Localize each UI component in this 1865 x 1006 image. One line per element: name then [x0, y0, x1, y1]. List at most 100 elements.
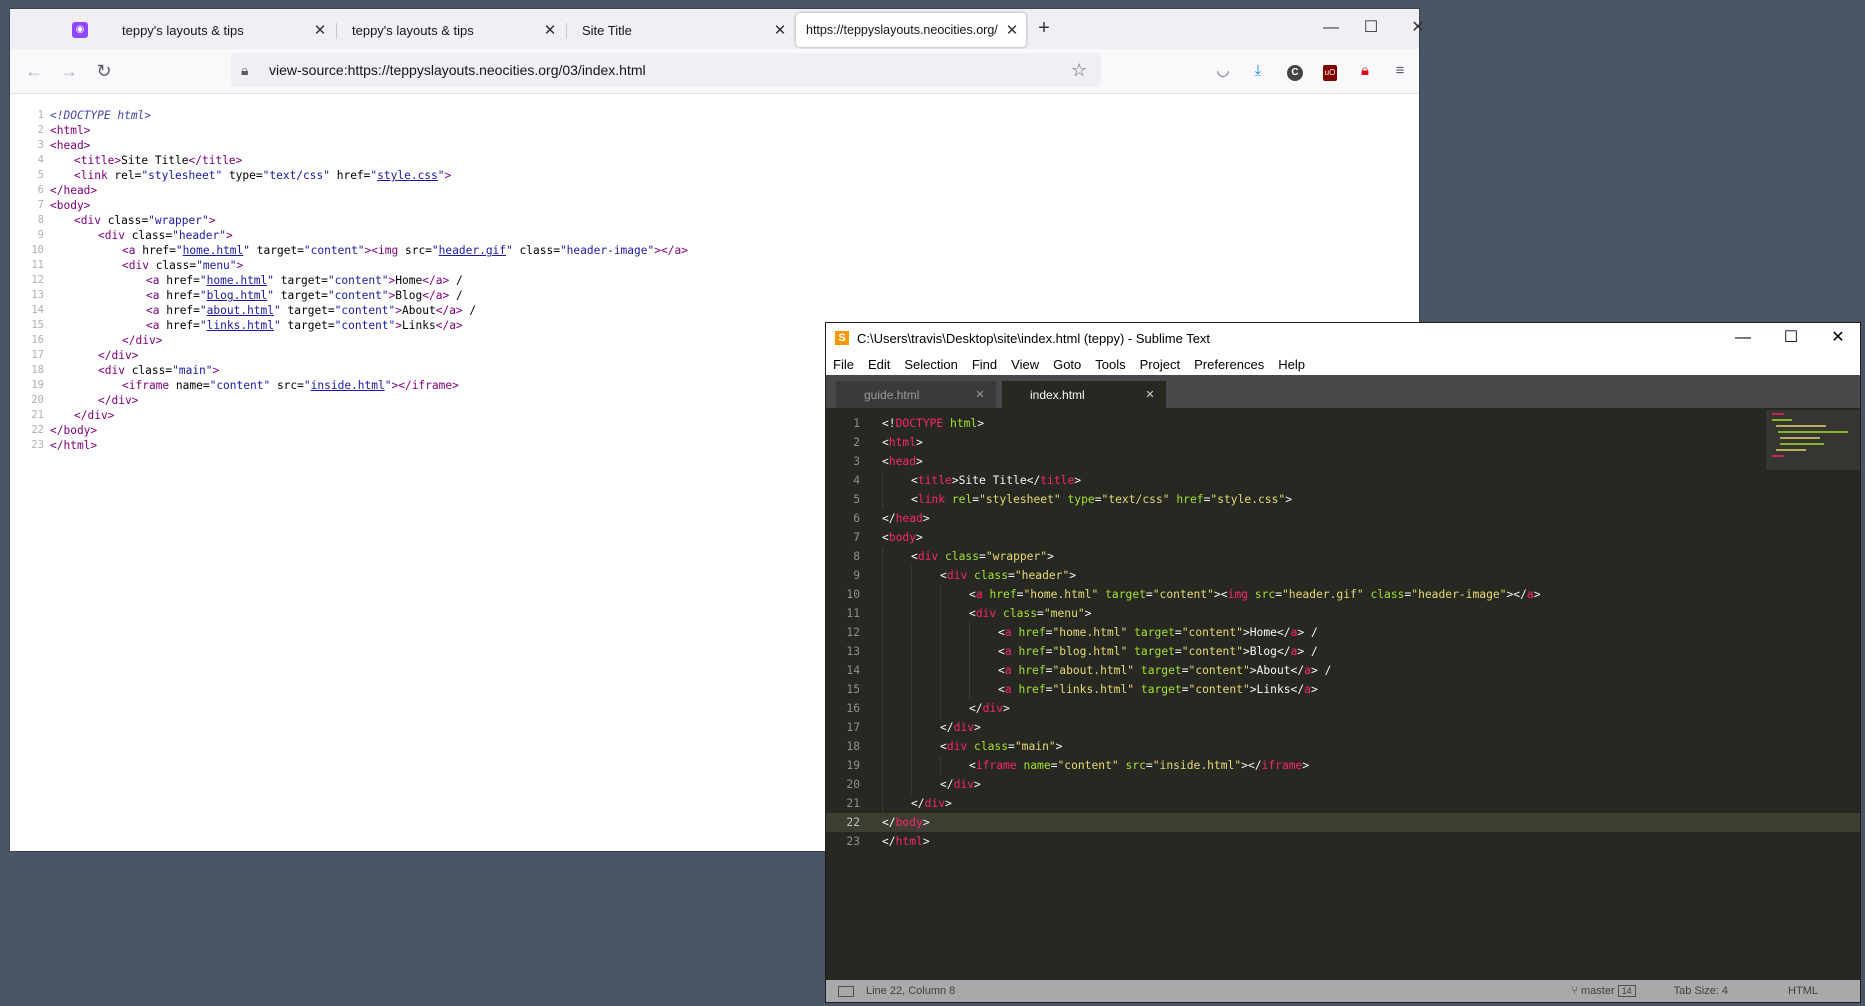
editor-line[interactable]: 21 </div> — [826, 794, 1860, 813]
menu-preferences[interactable]: Preferences — [1194, 357, 1264, 372]
source-token: href= — [166, 319, 200, 332]
editor-line[interactable]: 4 <title>Site Title</title> — [826, 471, 1860, 490]
password-lock-icon[interactable]: 🔒︎ — [1355, 61, 1375, 81]
close-window-icon[interactable]: ✕ — [1408, 18, 1428, 38]
menu-view[interactable]: View — [1011, 357, 1039, 372]
c-extension-icon[interactable]: C — [1285, 61, 1305, 81]
editor-line[interactable]: 11 <div class="menu"> — [826, 604, 1860, 623]
tab-site-title[interactable]: Site Title ✕ — [568, 13, 794, 47]
source-line: 6 </head> — [10, 183, 1419, 198]
editor-line[interactable]: 1 <!DOCTYPE html> — [826, 414, 1860, 433]
code-token: target — [1134, 645, 1175, 658]
code-token: < — [940, 740, 947, 753]
editor-line[interactable]: 7 <body> — [826, 528, 1860, 547]
editor-line[interactable]: 23 </html> — [826, 832, 1860, 851]
bookmark-star-icon[interactable]: ☆ — [1071, 60, 1101, 81]
editor-line[interactable]: 19 <iframe name="content" src="inside.htm… — [826, 756, 1860, 775]
editor-line[interactable]: 22 </body> — [826, 813, 1860, 832]
editor-code: <a href="links.html" target="content">Li… — [998, 680, 1318, 699]
editor-line[interactable]: 6 </head> — [826, 509, 1860, 528]
tab-teppys-layouts-2[interactable]: teppy's layouts & tips ✕ — [338, 13, 564, 47]
git-branch[interactable]: ⑂ master 14 — [1571, 985, 1636, 997]
forward-arrow-icon[interactable]: → — [58, 60, 80, 82]
code-token: > — [916, 455, 923, 468]
editor-line[interactable]: 18 <div class="main"> — [826, 737, 1860, 756]
editor-line[interactable]: 20 </div> — [826, 775, 1860, 794]
ublock-origin-icon[interactable]: uO — [1320, 61, 1340, 81]
menu-project[interactable]: Project — [1140, 357, 1180, 372]
new-tab-button[interactable]: + — [1034, 18, 1054, 38]
sublime-tab-bar: guide.html ✕ index.html ✕ — [826, 375, 1860, 408]
menu-tools[interactable]: Tools — [1095, 357, 1125, 372]
editor-line[interactable]: 9 <div class="header"> — [826, 566, 1860, 585]
source-link[interactable]: links.html — [207, 319, 274, 332]
source-token: src= — [404, 244, 432, 257]
line-number: 20 — [31, 394, 44, 406]
source-link[interactable]: style.css — [377, 169, 438, 182]
maximize-icon[interactable]: ☐ — [1361, 18, 1381, 38]
source-link[interactable]: inside.html — [311, 379, 385, 392]
code-token: > — [1533, 588, 1541, 601]
close-tab-icon[interactable]: ✕ — [964, 388, 996, 401]
source-link[interactable]: blog.html — [207, 289, 268, 302]
minimap[interactable] — [1766, 410, 1860, 470]
close-tab-icon[interactable]: ✕ — [306, 21, 334, 39]
tab-guide-html[interactable]: guide.html ✕ — [836, 381, 996, 408]
close-tab-icon[interactable]: ✕ — [998, 21, 1026, 39]
close-tab-icon[interactable]: ✕ — [536, 21, 564, 39]
close-tab-icon[interactable]: ✕ — [766, 21, 794, 39]
source-token: href= — [166, 274, 200, 287]
code-token: < — [998, 664, 1005, 677]
editor-line[interactable]: 14 <a href="about.html" target="content">… — [826, 661, 1860, 680]
code-editor[interactable]: 1 <!DOCTYPE html> 2 <html> 3 <head> 4 <title>Si… — [826, 408, 1860, 980]
close-window-icon[interactable]: ✕ — [1828, 328, 1848, 348]
editor-line[interactable]: 2 <html> — [826, 433, 1860, 452]
source-link[interactable]: header.gif — [439, 244, 506, 257]
editor-line[interactable]: 5 <link rel="stylesheet" type="text/css" … — [826, 490, 1860, 509]
menu-find[interactable]: Find — [972, 357, 997, 372]
reload-icon[interactable]: ↻ — [93, 60, 115, 82]
back-arrow-icon[interactable]: ← — [23, 60, 45, 82]
editor-line[interactable]: 16 </div> — [826, 699, 1860, 718]
source-link[interactable]: home.html — [183, 244, 244, 257]
code-token: < — [882, 531, 889, 544]
panel-toggle-icon[interactable] — [838, 985, 854, 997]
source-token: " — [274, 319, 281, 332]
minimize-icon[interactable]: — — [1321, 18, 1341, 38]
editor-line[interactable]: 8 <div class="wrapper"> — [826, 547, 1860, 566]
code-token: href — [1018, 683, 1046, 696]
tab-size[interactable]: Tab Size: 4 — [1674, 985, 1728, 997]
menu-file[interactable]: File — [833, 357, 854, 372]
tab-pinned-twitch[interactable]: ◉ — [58, 13, 108, 47]
editor-line[interactable]: 17 </div> — [826, 718, 1860, 737]
menu-selection[interactable]: Selection — [904, 357, 957, 372]
source-link[interactable]: home.html — [207, 274, 268, 287]
maximize-icon[interactable]: ☐ — [1781, 328, 1801, 348]
code-token: > — [1084, 607, 1092, 620]
download-icon[interactable]: ⤓ — [1248, 61, 1268, 81]
minimize-icon[interactable]: — — [1733, 328, 1753, 348]
pocket-icon[interactable]: ◡ — [1213, 61, 1233, 81]
source-token: " — [175, 244, 183, 257]
editor-line[interactable]: 10 <a href="home.html" target="content"><… — [826, 585, 1860, 604]
menu-goto[interactable]: Goto — [1053, 357, 1081, 372]
editor-line[interactable]: 13 <a href="blog.html" target="content">B… — [826, 642, 1860, 661]
tab-index-html[interactable]: index.html ✕ — [1002, 381, 1166, 408]
line-number: 21 — [31, 409, 44, 421]
hamburger-menu-icon[interactable]: ≡ — [1390, 61, 1410, 81]
code-token: iframe — [1261, 759, 1303, 772]
menu-help[interactable]: Help — [1278, 357, 1305, 372]
editor-line[interactable]: 3 <head> — [826, 452, 1860, 471]
menu-edit[interactable]: Edit — [868, 357, 890, 372]
editor-line[interactable]: 12 <a href="home.html" target="content">H… — [826, 623, 1860, 642]
url-text[interactable]: view-source:https://teppyslayouts.neocit… — [269, 62, 1071, 78]
source-line: 2 <html> — [10, 123, 1419, 138]
close-tab-icon[interactable]: ✕ — [1134, 388, 1166, 401]
source-link[interactable]: about.html — [207, 304, 274, 317]
editor-line[interactable]: 15 <a href="links.html" target="content">… — [826, 680, 1860, 699]
tab-label: index.html — [1030, 387, 1085, 402]
tab-teppys-layouts-1[interactable]: teppy's layouts & tips ✕ — [108, 13, 334, 47]
syntax-selector[interactable]: HTML — [1788, 985, 1818, 997]
url-bar[interactable]: 🔒︎ view-source:https://teppyslayouts.neo… — [231, 53, 1101, 87]
tab-view-source-active[interactable]: https://teppyslayouts.neocities.org/03/i… — [796, 13, 1026, 47]
